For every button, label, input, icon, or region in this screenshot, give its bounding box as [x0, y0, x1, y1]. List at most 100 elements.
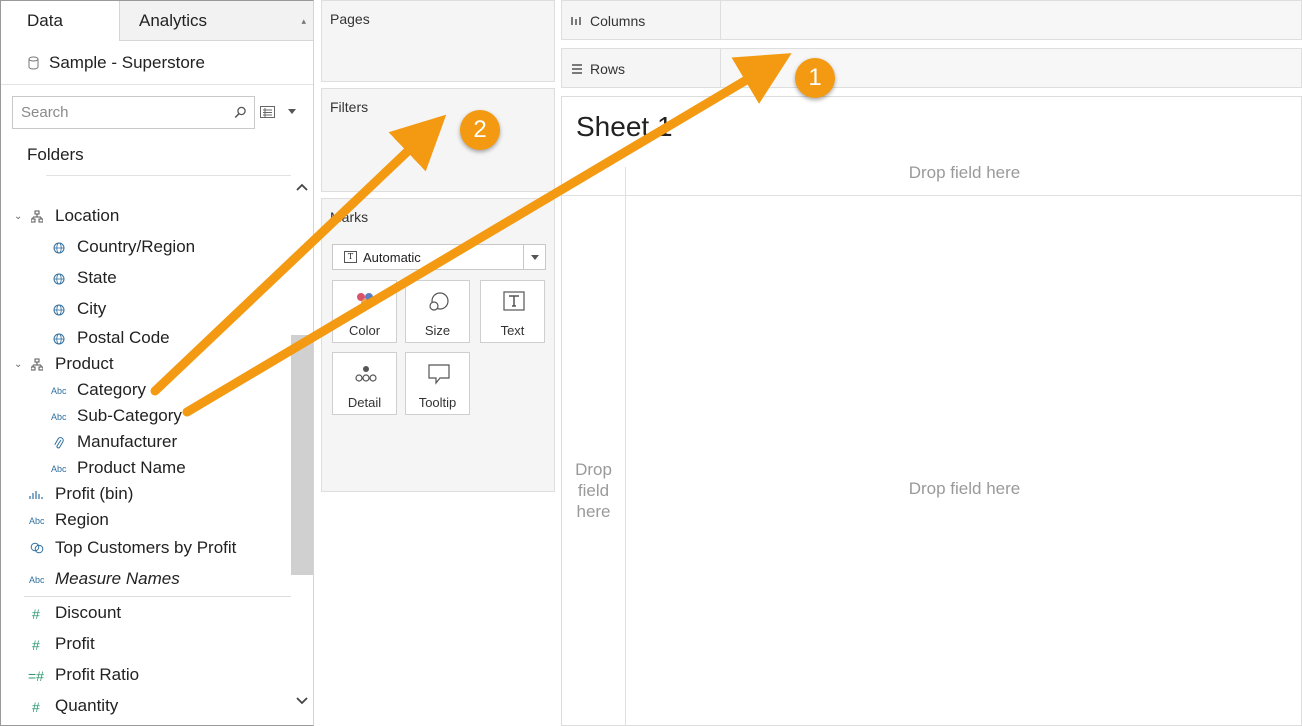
field-location[interactable]: ⌄ Location	[1, 205, 291, 231]
filters-card-title: Filters	[330, 99, 369, 115]
field-profit-bin[interactable]: Profit (bin)	[1, 483, 291, 509]
abc-icon: Abc	[51, 412, 67, 422]
tooltip-button[interactable]: Tooltip	[405, 352, 470, 415]
search-box	[12, 96, 255, 129]
search-row	[12, 96, 312, 130]
chevron-up-icon[interactable]	[295, 181, 309, 195]
divider	[523, 245, 524, 269]
field-label: City	[77, 299, 107, 318]
field-quantity[interactable]: # Quantity	[1, 695, 291, 721]
database-icon	[28, 56, 39, 70]
size-icon	[429, 292, 449, 311]
globe-icon	[53, 242, 65, 254]
detail-icon	[355, 366, 377, 382]
data-pane: Data Analytics ▴ Sample - Superstore Sea…	[0, 0, 314, 726]
field-label: Profit (bin)	[55, 484, 134, 503]
size-button[interactable]: Size	[405, 280, 470, 343]
columns-shelf-label: Columns	[590, 13, 646, 29]
field-manufacturer[interactable]: Manufacturer	[1, 431, 291, 457]
list-view-icon[interactable]	[260, 105, 276, 119]
calc-hash-icon: =#	[28, 668, 44, 684]
detail-button-label: Detail	[347, 395, 382, 410]
tab-scroll-arrows-icon[interactable]: ▴	[301, 1, 306, 41]
abc-icon: Abc	[51, 464, 67, 474]
field-country-region[interactable]: Country/Region	[1, 236, 291, 262]
field-profit[interactable]: # Profit	[1, 633, 291, 659]
detail-button[interactable]: Detail	[332, 352, 397, 415]
tab-analytics[interactable]: Analytics ▴	[119, 1, 313, 41]
field-label: Postal Code	[77, 328, 170, 347]
hash-icon: #	[32, 606, 40, 622]
field-profit-ratio[interactable]: =# Profit Ratio	[1, 664, 291, 690]
text-button[interactable]: Text	[480, 280, 545, 343]
hash-icon: #	[32, 637, 40, 653]
paperclip-icon	[54, 437, 64, 449]
field-measure-names[interactable]: Abc Measure Names	[1, 568, 291, 594]
filters-card[interactable]: Filters	[321, 88, 555, 192]
field-label: Category	[77, 380, 146, 399]
chevron-down-icon[interactable]: ⌄	[14, 212, 24, 222]
abc-icon: Abc	[29, 575, 45, 585]
text-icon	[503, 291, 525, 311]
pages-card[interactable]: Pages	[321, 0, 555, 82]
field-label: Measure Names	[55, 569, 180, 588]
annotation-badge-2: 2	[460, 110, 500, 150]
mark-type-dropdown[interactable]: T Automatic	[332, 244, 546, 270]
rows-icon	[572, 64, 582, 74]
columns-drop-zone[interactable]	[721, 1, 1301, 39]
globe-icon	[53, 304, 65, 316]
rows-drop-hint[interactable]: Drop field here	[562, 459, 625, 522]
bin-icon	[29, 491, 43, 499]
rows-shelf: Rows	[561, 48, 1302, 88]
chevron-down-icon[interactable]	[295, 693, 309, 707]
field-region[interactable]: Abc Region	[1, 509, 291, 535]
columns-drop-hint[interactable]: Drop field here	[626, 163, 1302, 183]
field-city[interactable]: City	[1, 298, 291, 324]
pane-tabs: Data Analytics ▴	[1, 1, 313, 41]
tab-data[interactable]: Data	[1, 1, 119, 41]
search-input[interactable]	[13, 97, 228, 128]
chevron-down-icon[interactable]	[288, 107, 298, 115]
set-icon	[30, 542, 44, 554]
main-drop-hint[interactable]: Drop field here	[626, 479, 1302, 499]
field-list-scrollbar[interactable]	[291, 175, 313, 721]
marks-card-title: Marks	[330, 209, 369, 225]
sheet-title[interactable]: Sheet 1	[576, 111, 673, 143]
folders-label: Folders	[27, 145, 84, 164]
search-icon[interactable]	[234, 106, 247, 119]
scrollbar-thumb[interactable]	[291, 335, 313, 575]
color-button[interactable]: Color	[332, 280, 397, 343]
hierarchy-icon	[31, 358, 43, 371]
datasource-row[interactable]: Sample - Superstore	[1, 41, 313, 85]
field-category[interactable]: Abc Category	[1, 379, 291, 405]
columns-shelf: Columns	[561, 0, 1302, 40]
field-list: ⌄ Location Country/Region State City Pos…	[1, 175, 291, 725]
field-product-name[interactable]: Abc Product Name	[1, 457, 291, 483]
text-button-label: Text	[500, 323, 525, 338]
abc-icon: Abc	[29, 516, 45, 526]
tab-analytics-label: Analytics	[139, 11, 208, 30]
color-button-label: Color	[348, 323, 381, 338]
field-sub-category[interactable]: Abc Sub-Category	[1, 405, 291, 431]
hash-icon: #	[32, 699, 40, 715]
field-postal-code[interactable]: Postal Code	[1, 327, 291, 353]
field-label: Location	[55, 206, 120, 225]
tooltip-icon	[428, 364, 450, 385]
annotation-badge-1: 1	[795, 58, 835, 98]
columns-icon	[571, 17, 581, 25]
globe-icon	[53, 273, 65, 285]
field-top-customers-by-profit[interactable]: Top Customers by Profit	[1, 537, 291, 563]
globe-icon	[53, 333, 65, 345]
field-product[interactable]: ⌄ Product	[1, 353, 291, 379]
color-icon	[357, 293, 373, 307]
field-label: Country/Region	[77, 237, 196, 256]
chevron-down-icon[interactable]	[531, 255, 539, 260]
field-discount[interactable]: # Discount	[1, 602, 291, 628]
field-state[interactable]: State	[1, 267, 291, 293]
hierarchy-icon	[31, 210, 43, 223]
field-label: Profit	[55, 634, 95, 653]
field-label: Manufacturer	[77, 432, 178, 451]
chevron-down-icon[interactable]: ⌄	[14, 360, 24, 370]
field-label: Region	[55, 510, 109, 529]
rows-shelf-label: Rows	[590, 61, 626, 77]
